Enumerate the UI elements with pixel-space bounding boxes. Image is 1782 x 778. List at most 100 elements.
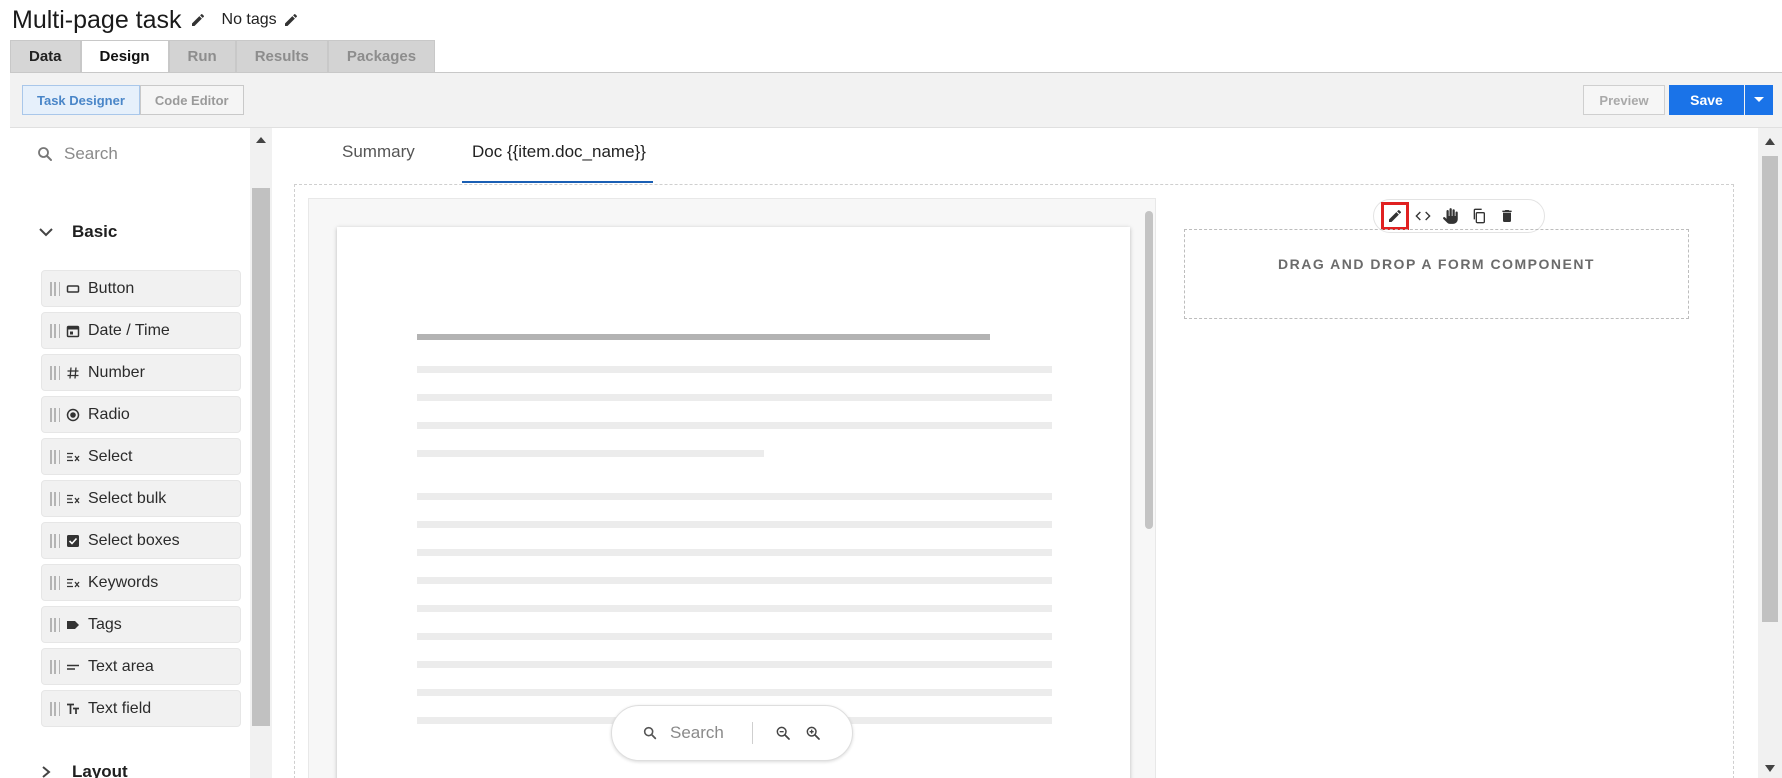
component-label: Keywords [88, 573, 159, 591]
document-scroll-thumb[interactable] [1145, 211, 1153, 529]
preview-button[interactable]: Preview [1583, 85, 1665, 115]
drag-handle-icon [50, 407, 60, 422]
button-icon [66, 282, 80, 296]
palette-search-input[interactable]: Search [64, 144, 118, 164]
delete-icon[interactable] [1496, 205, 1518, 227]
drag-handle-icon [50, 449, 60, 464]
code-editor-button[interactable]: Code Editor [139, 85, 244, 115]
doc-title-placeholder [417, 334, 990, 340]
tab-doc[interactable]: Doc {{item.doc_name}} [472, 142, 646, 162]
code-icon[interactable] [1412, 205, 1434, 227]
scroll-down-icon[interactable] [1765, 765, 1775, 772]
page-title: Multi-page task [12, 5, 182, 34]
search-icon[interactable] [642, 725, 658, 741]
layout-group-header[interactable]: Layout [38, 762, 128, 778]
tab-summary[interactable]: Summary [342, 142, 415, 162]
drag-handle-icon [50, 365, 60, 380]
component-number[interactable]: Number [41, 354, 241, 391]
component-palette: Search Basic Button Date / Time Number R… [10, 128, 272, 778]
canvas-tabs: Summary Doc {{item.doc_name}} [272, 128, 1758, 184]
tab-results[interactable]: Results [235, 40, 328, 72]
document-search-input[interactable]: Search [670, 723, 724, 743]
drag-handle-icon [50, 533, 60, 548]
doc-text-line [417, 633, 1052, 640]
component-keywords[interactable]: Keywords [41, 564, 241, 601]
doc-text-line [417, 366, 1052, 373]
component-tags[interactable]: Tags [41, 606, 241, 643]
drag-handle-icon [50, 323, 60, 338]
component-label: Select boxes [88, 531, 180, 549]
tab-packages[interactable]: Packages [327, 40, 436, 72]
doc-text-line [417, 450, 764, 457]
palette-scroll-thumb[interactable] [252, 188, 270, 726]
component-select-boxes[interactable]: Select boxes [41, 522, 241, 559]
document-preview [337, 227, 1130, 778]
zoom-in-icon[interactable] [805, 725, 821, 741]
component-label: Select bulk [88, 489, 167, 507]
component-select[interactable]: Select [41, 438, 241, 475]
doc-text-line [417, 521, 1052, 528]
component-label: Radio [88, 405, 130, 423]
caret-down-icon [1754, 97, 1764, 102]
component-label: Tags [88, 615, 122, 633]
doc-text-line [417, 577, 1052, 584]
component-text-area[interactable]: Text area [41, 648, 241, 685]
component-date-time[interactable]: Date / Time [41, 312, 241, 349]
drag-handle-icon [50, 659, 60, 674]
component-label: Text field [88, 699, 152, 717]
select-icon [66, 576, 80, 590]
divider [751, 722, 753, 744]
doc-text-line [417, 422, 1052, 429]
drag-handle-icon [50, 491, 60, 506]
design-canvas: Summary Doc {{item.doc_name}} Search DRA… [272, 128, 1758, 778]
component-label: Button [88, 279, 135, 297]
save-button[interactable]: Save [1669, 85, 1744, 115]
mode-switch: Task Designer Code Editor [22, 85, 244, 115]
component-radio[interactable]: Radio [41, 396, 241, 433]
document-search-bar: Search [611, 705, 853, 761]
doc-text-line [417, 689, 1052, 696]
drag-hand-icon[interactable] [1440, 205, 1462, 227]
text-field-icon [66, 702, 80, 716]
scroll-up-icon[interactable] [1765, 138, 1775, 145]
page-scrollbar[interactable] [1758, 128, 1782, 778]
page-scroll-thumb[interactable] [1762, 156, 1778, 622]
layout-group-label: Layout [72, 762, 128, 778]
tab-run[interactable]: Run [168, 40, 236, 72]
select-icon [66, 450, 80, 464]
palette-scrollbar[interactable] [250, 128, 272, 778]
drag-handle-icon [50, 281, 60, 296]
select-icon [66, 492, 80, 506]
drop-zone[interactable]: DRAG AND DROP A FORM COMPONENT [1184, 229, 1689, 319]
zoom-out-icon[interactable] [775, 725, 791, 741]
active-tab-indicator [462, 181, 653, 183]
component-label: Date / Time [88, 321, 170, 339]
designer-toolbar: Task Designer Code Editor Preview Save [10, 73, 1782, 128]
component-text-field[interactable]: Text field [41, 690, 241, 727]
tab-design[interactable]: Design [80, 40, 169, 72]
scroll-up-icon[interactable] [255, 136, 267, 144]
checkbox-icon [66, 534, 80, 548]
calendar-icon [66, 324, 80, 338]
tab-data[interactable]: Data [10, 40, 81, 72]
task-designer-button[interactable]: Task Designer [22, 85, 140, 115]
palette-search[interactable]: Search [36, 144, 118, 164]
component-label: Text area [88, 657, 154, 675]
chevron-right-icon [38, 766, 54, 778]
edit-tags-icon[interactable] [283, 12, 299, 28]
copy-icon[interactable] [1468, 205, 1490, 227]
radio-icon [66, 408, 80, 422]
component-select-bulk[interactable]: Select bulk [41, 480, 241, 517]
component-button[interactable]: Button [41, 270, 241, 307]
drag-handle-icon [50, 575, 60, 590]
search-icon [36, 145, 54, 163]
drop-zone-hint: DRAG AND DROP A FORM COMPONENT [1278, 256, 1595, 272]
basic-group-label: Basic [72, 222, 118, 241]
save-options-button[interactable] [1745, 85, 1773, 115]
edit-title-icon[interactable] [190, 12, 206, 28]
doc-text-line [417, 661, 1052, 668]
hash-icon [66, 366, 80, 380]
edit-icon[interactable] [1381, 202, 1409, 230]
basic-group-header[interactable]: Basic [38, 222, 117, 242]
drag-handle-icon [50, 701, 60, 716]
